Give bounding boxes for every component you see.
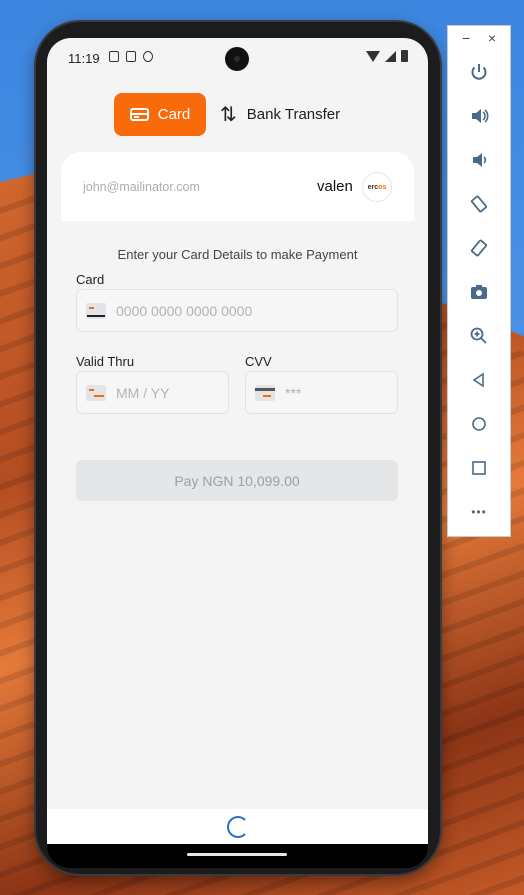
close-button[interactable]: × (488, 30, 496, 46)
credit-card-icon (129, 108, 149, 121)
notification-icons (109, 51, 153, 62)
loading-bar (47, 809, 428, 844)
back-icon[interactable] (465, 366, 493, 394)
expiry-placeholder: MM / YY (116, 384, 170, 401)
expiry-field[interactable]: MM / YY (76, 371, 229, 414)
card-number-label: Card (76, 272, 105, 287)
minimize-button[interactable]: − (462, 30, 470, 46)
more-options-icon[interactable]: ••• (465, 498, 493, 526)
cvv-card-icon (255, 384, 275, 401)
status-bar: 11:19 (47, 38, 428, 76)
customer-email: john@mailinator.com (83, 180, 200, 194)
card-number-icon (86, 302, 106, 319)
loading-spinner-icon (226, 815, 249, 838)
emulator-toolbar: − × ••• (447, 25, 511, 537)
cvv-field[interactable]: *** (245, 371, 398, 414)
panel-header: john@mailinator.com valen erc os (61, 152, 414, 221)
zoom-icon[interactable] (465, 322, 493, 350)
system-status-icons (366, 50, 408, 62)
signal-icon (385, 50, 396, 62)
cvv-placeholder: *** (285, 384, 302, 401)
app-status-icon (143, 51, 153, 62)
transfer-arrows-icon: ⇅ (220, 104, 237, 126)
card-number-placeholder: 0000 0000 0000 0000 (116, 302, 253, 319)
expiry-card-icon (86, 384, 106, 401)
card-number-field[interactable]: 0000 0000 0000 0000 (76, 289, 398, 332)
volume-down-icon[interactable] (465, 146, 493, 174)
cvv-label: CVV (245, 354, 272, 369)
valid-thru-label: Valid Thru (76, 354, 135, 369)
home-icon[interactable] (465, 410, 493, 438)
battery-icon (401, 50, 408, 62)
pay-button[interactable]: Pay NGN 10,099.00 (76, 460, 398, 501)
merchant-name: valen (317, 178, 353, 195)
overview-icon[interactable] (465, 454, 493, 482)
tab-card-label: Card (157, 106, 191, 123)
status-time: 11:19 (68, 51, 100, 66)
payment-panel: john@mailinator.com valen erc os Enter yo… (61, 152, 414, 569)
app-screen: 11:19 Card ⇅ Bank Transfer john@mailinat… (47, 38, 428, 844)
payment-method-tabs: Card ⇅ Bank Transfer (47, 92, 428, 136)
rotate-right-icon[interactable] (465, 234, 493, 262)
wifi-icon (366, 50, 380, 62)
front-camera (225, 47, 249, 71)
volume-up-icon[interactable] (465, 102, 493, 130)
camera-icon[interactable] (465, 278, 493, 306)
gesture-nav-bar (47, 844, 428, 868)
tab-bank-transfer[interactable]: ⇅ Bank Transfer (220, 93, 340, 136)
payment-instructions: Enter your Card Details to make Payment (117, 247, 358, 262)
sd-card-icon (126, 51, 136, 62)
rotate-left-icon[interactable] (465, 190, 493, 218)
home-indicator[interactable] (187, 853, 287, 856)
merchant-logo: erc os (362, 172, 392, 202)
shield-icon (109, 51, 119, 62)
power-icon[interactable] (465, 58, 493, 86)
tab-bank-label: Bank Transfer (246, 106, 341, 123)
tab-card[interactable]: Card (114, 93, 206, 136)
